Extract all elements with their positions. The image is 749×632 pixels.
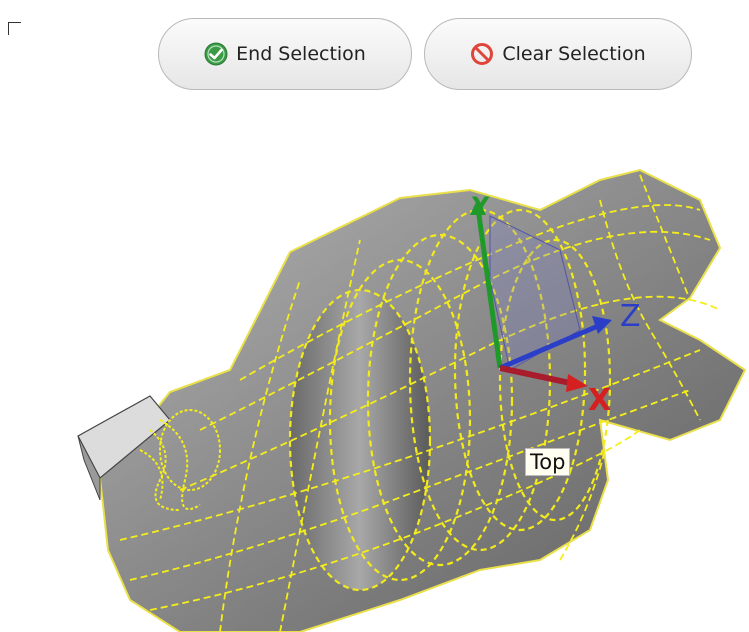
3d-viewport[interactable]: Y Z X <box>0 130 749 632</box>
clear-selection-button[interactable]: Clear Selection <box>424 18 692 90</box>
axis-label-z: Z <box>620 299 641 334</box>
end-selection-label: End Selection <box>236 43 366 65</box>
no-entry-icon <box>470 42 494 66</box>
part-model-render[interactable]: Y Z X <box>0 130 749 632</box>
cad-selection-screen: End Selection Clear Selection Y Z X Top <box>0 0 749 632</box>
selection-toolbar: End Selection Clear Selection <box>158 18 692 90</box>
check-circle-icon <box>204 42 228 66</box>
clear-selection-label: Clear Selection <box>502 43 646 65</box>
view-orientation-label: Top <box>525 448 571 476</box>
axis-label-x: X <box>588 383 611 418</box>
corner-marker <box>8 22 21 35</box>
end-selection-button[interactable]: End Selection <box>158 18 412 90</box>
axis-label-y: Y <box>471 192 490 220</box>
